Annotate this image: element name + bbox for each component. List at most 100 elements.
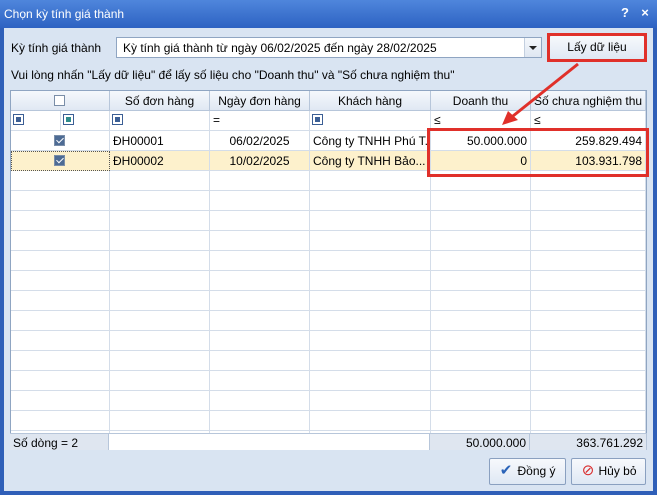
filter-icon[interactable] (63, 114, 74, 125)
empty-cell (431, 311, 531, 331)
table-row[interactable]: ĐH00001 06/02/2025 Công ty TNHH Phú T...… (11, 131, 646, 151)
filter-icon[interactable] (13, 114, 24, 125)
cell-revenue: 0 (431, 151, 531, 171)
empty-cell (431, 271, 531, 291)
empty-cell (310, 171, 431, 191)
cancel-icon: ⊘ (581, 462, 595, 479)
filter-cell[interactable] (11, 111, 61, 131)
cell-order-no: ĐH00002 (110, 151, 210, 171)
empty-cell (11, 231, 110, 251)
filter-customer[interactable] (310, 111, 431, 131)
empty-cell (431, 371, 531, 391)
empty-cell (310, 251, 431, 271)
empty-row (11, 331, 646, 351)
empty-cell (11, 351, 110, 371)
cell-customer: Công ty TNHH Bảo... (310, 151, 431, 171)
help-button[interactable]: ? (617, 5, 633, 20)
empty-cell (210, 211, 310, 231)
empty-cell (431, 331, 531, 351)
header-select-all[interactable] (11, 91, 110, 111)
grid-footer: Số dòng = 2 50.000.000 363.761.292 (10, 433, 647, 450)
filter-icon[interactable] (312, 114, 323, 125)
row-checkbox[interactable] (54, 135, 65, 146)
empty-cell (431, 191, 531, 211)
empty-cell (310, 371, 431, 391)
dialog-body: Kỳ tính giá thành Kỳ tính giá thành từ n… (4, 28, 653, 491)
filter-order-no[interactable] (110, 111, 210, 131)
cell-customer: Công ty TNHH Phú T... (310, 131, 431, 151)
empty-cell (210, 191, 310, 211)
empty-row (11, 291, 646, 311)
filter-operator[interactable]: ≤ (434, 113, 441, 127)
empty-row (11, 191, 646, 211)
orders-grid: Số đơn hàng Ngày đơn hàng Khách hàng Doa… (10, 90, 647, 450)
period-select[interactable]: Kỳ tính giá thành từ ngày 06/02/2025 đến… (116, 37, 542, 58)
empty-cell (210, 371, 310, 391)
window-title: Chọn kỳ tính giá thành (4, 7, 125, 21)
unaccepted-total: 363.761.292 (530, 433, 647, 450)
empty-row (11, 271, 646, 291)
ok-button[interactable]: ✔ Đồng ý (489, 458, 566, 485)
empty-cell (110, 411, 210, 431)
table-row[interactable]: ĐH00002 10/02/2025 Công ty TNHH Bảo... 0… (11, 151, 646, 171)
empty-row (11, 351, 646, 371)
empty-cell (11, 411, 110, 431)
empty-cell (210, 331, 310, 351)
empty-cell (310, 271, 431, 291)
empty-cell (431, 211, 531, 231)
get-data-button[interactable]: Lấy dữ liệu (549, 35, 645, 60)
empty-cell (110, 291, 210, 311)
header-order-date[interactable]: Ngày đơn hàng (210, 91, 310, 111)
empty-cell (431, 391, 531, 411)
period-label: Kỳ tính giá thành (11, 41, 102, 55)
empty-row (11, 171, 646, 191)
empty-cell (310, 191, 431, 211)
footer-blank (109, 433, 430, 450)
empty-cell (210, 391, 310, 411)
empty-cell (531, 371, 646, 391)
empty-cell (11, 171, 110, 191)
empty-row (11, 251, 646, 271)
empty-row (11, 211, 646, 231)
empty-cell (310, 391, 431, 411)
empty-row (11, 371, 646, 391)
empty-cell (431, 411, 531, 431)
cancel-button[interactable]: ⊘ Hủy bỏ (571, 458, 646, 485)
filter-cell[interactable] (61, 111, 110, 131)
ok-button-label: Đồng ý (517, 464, 556, 478)
empty-cell (11, 311, 110, 331)
cell-order-date: 10/02/2025 (210, 151, 310, 171)
empty-cell (531, 291, 646, 311)
empty-cell (11, 291, 110, 311)
select-all-checkbox[interactable] (54, 95, 65, 106)
empty-cell (431, 351, 531, 371)
empty-cell (11, 191, 110, 211)
filter-order-date[interactable]: = (210, 111, 310, 131)
empty-cell (210, 271, 310, 291)
empty-cell (531, 191, 646, 211)
empty-cell (531, 271, 646, 291)
empty-cell (110, 191, 210, 211)
cell-revenue: 50.000.000 (431, 131, 531, 151)
filter-operator[interactable]: = (213, 113, 220, 127)
row-select-cell[interactable] (11, 151, 110, 171)
header-customer[interactable]: Khách hàng (310, 91, 431, 111)
cell-unaccepted: 259.829.494 (531, 131, 646, 151)
empty-row (11, 411, 646, 431)
empty-cell (110, 251, 210, 271)
cell-unaccepted: 103.931.798 (531, 151, 646, 171)
empty-cell (210, 291, 310, 311)
empty-cell (210, 351, 310, 371)
empty-row (11, 311, 646, 331)
empty-cell (210, 411, 310, 431)
cell-order-no: ĐH00001 (110, 131, 210, 151)
row-select-cell[interactable] (11, 131, 110, 151)
empty-cell (310, 411, 431, 431)
close-button[interactable]: × (637, 5, 653, 20)
chevron-down-icon[interactable] (524, 38, 541, 57)
filter-icon[interactable] (112, 114, 123, 125)
header-order-no[interactable]: Số đơn hàng (110, 91, 210, 111)
empty-cell (531, 351, 646, 371)
empty-cell (110, 371, 210, 391)
row-checkbox[interactable] (54, 155, 65, 166)
